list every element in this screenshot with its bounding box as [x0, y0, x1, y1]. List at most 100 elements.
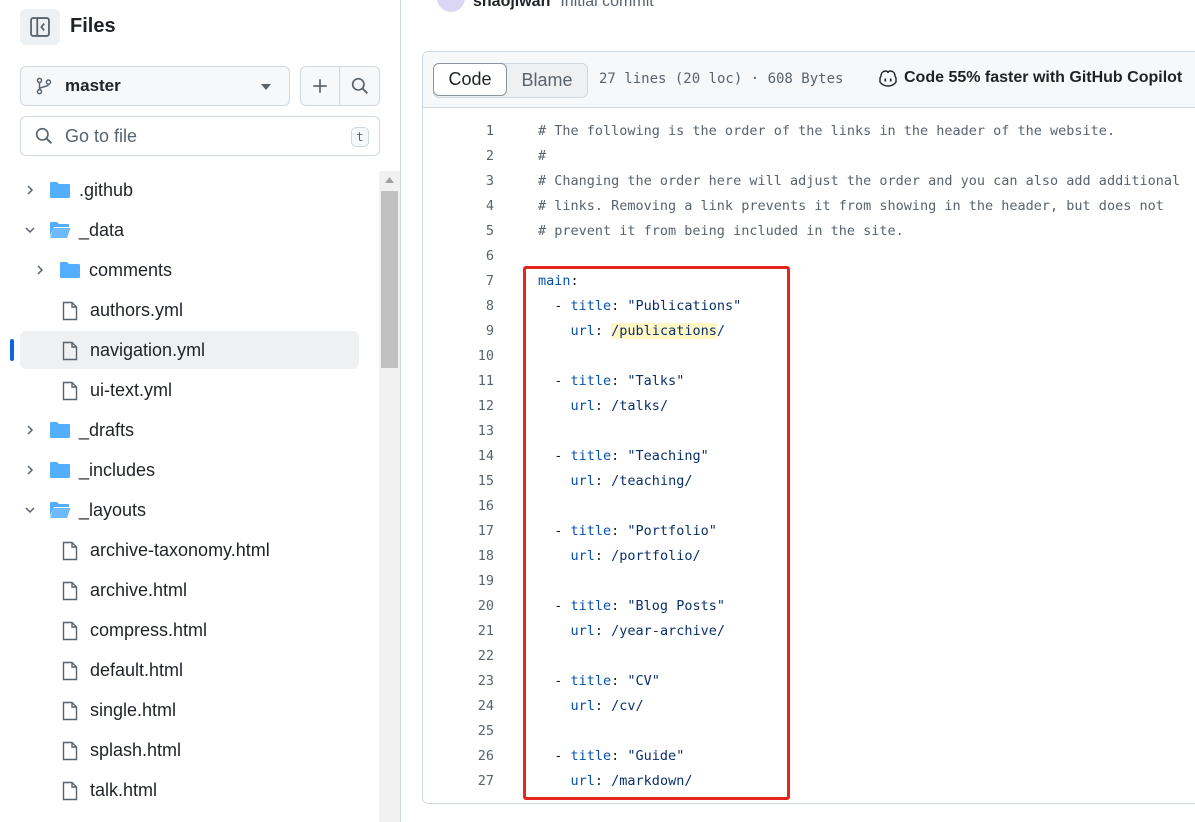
line-number[interactable]: 18 [423, 548, 494, 564]
line-number[interactable]: 23 [423, 673, 494, 689]
scroll-up-arrow[interactable] [379, 171, 400, 189]
code-token: /teaching/ [611, 473, 693, 489]
code-view: 1 # The following is the order of the lin… [423, 119, 1195, 794]
branch-selector[interactable]: master [20, 66, 290, 106]
tree-file[interactable]: archive.html [0, 570, 378, 610]
code-line: 2 # [423, 144, 1195, 169]
tree-file[interactable]: authors.yml [0, 290, 378, 330]
chevron-right-icon[interactable] [22, 462, 38, 478]
line-number[interactable]: 24 [423, 698, 494, 714]
code-token: title [570, 673, 612, 689]
code-token: : [594, 773, 612, 789]
chevron-down-icon[interactable] [22, 502, 38, 518]
code-token: "CV" [627, 673, 660, 689]
tree-file[interactable]: talk.html [0, 770, 378, 810]
tree-file[interactable]: splash.html [0, 730, 378, 770]
tree-folder[interactable]: _drafts [0, 410, 378, 450]
line-number[interactable]: 9 [423, 323, 494, 339]
code-token: - [538, 673, 571, 689]
sidebar-scrollbar[interactable] [379, 171, 400, 822]
tree-file[interactable]: navigation.yml [0, 330, 378, 370]
chevron-down-icon[interactable] [22, 222, 38, 238]
file-stats: 27 lines (20 loc) · 608 Bytes [599, 71, 844, 87]
file-tree-sidebar: Files master Go to file t .github _data … [0, 0, 401, 822]
code-line: 8 - title: "Publications" [423, 294, 1195, 319]
code-token: /markdown/ [611, 773, 693, 789]
line-source: url: /teaching/ [538, 473, 693, 489]
tree-folder[interactable]: _layouts [0, 490, 378, 530]
tree-file[interactable]: default.html [0, 650, 378, 690]
line-number[interactable]: 16 [423, 498, 494, 514]
tree-folder[interactable]: .github [0, 170, 378, 210]
line-number[interactable]: 7 [423, 273, 494, 289]
view-mode-toggle: Code Blame [433, 63, 588, 98]
line-source: url: /cv/ [538, 698, 644, 714]
tree-item-label: _includes [79, 460, 156, 480]
go-to-file-input[interactable]: Go to file t [20, 116, 380, 156]
line-number[interactable]: 10 [423, 348, 494, 364]
line-source: url: /publications/ [538, 323, 725, 339]
collapse-sidebar-button[interactable] [20, 9, 60, 45]
code-token: / [716, 323, 725, 339]
code-token: : [594, 623, 612, 639]
line-number[interactable]: 19 [423, 573, 494, 589]
line-number[interactable]: 13 [423, 423, 494, 439]
line-number[interactable]: 12 [423, 398, 494, 414]
tree-folder[interactable]: comments [0, 250, 378, 290]
line-number[interactable]: 11 [423, 373, 494, 389]
tree-file[interactable]: ui-text.yml [0, 370, 378, 410]
code-token: : [611, 598, 628, 614]
file-view: shaojiwan Initial commit Code Blame 27 l… [401, 0, 1195, 822]
search-button[interactable] [340, 67, 379, 105]
code-token: : [594, 323, 612, 339]
line-source: - title: "Talks" [538, 373, 684, 389]
line-number[interactable]: 5 [423, 223, 494, 239]
line-number[interactable]: 17 [423, 523, 494, 539]
line-number[interactable]: 25 [423, 723, 494, 739]
line-number[interactable]: 1 [423, 123, 494, 139]
add-file-button[interactable] [301, 67, 341, 105]
code-line: 12 url: /talks/ [423, 394, 1195, 419]
folder-icon [49, 181, 71, 204]
code-token: /portfolio/ [611, 548, 701, 564]
tab-code[interactable]: Code [433, 63, 507, 96]
tree-file[interactable]: archive-taxonomy.html [0, 530, 378, 570]
code-line: 20 - title: "Blog Posts" [423, 594, 1195, 619]
chevron-right-icon[interactable] [32, 262, 48, 278]
code-token: /talks/ [611, 398, 669, 414]
line-number[interactable]: 21 [423, 623, 494, 639]
code-line: 13 [423, 419, 1195, 444]
line-number[interactable]: 8 [423, 298, 494, 314]
tree-item-label: archive.html [90, 580, 188, 600]
copilot-promo-link[interactable]: Code 55% faster with GitHub Copilot [878, 69, 1182, 87]
tree-folder[interactable]: _includes [0, 450, 378, 490]
sidebar-collapse-icon [30, 17, 50, 37]
chevron-right-icon[interactable] [22, 182, 38, 198]
scrollbar-thumb[interactable] [381, 191, 398, 368]
avatar[interactable] [437, 0, 465, 12]
commit-message[interactable]: Initial commit [560, 0, 653, 11]
caret-down-icon [261, 84, 271, 90]
line-number[interactable]: 3 [423, 173, 494, 189]
tree-file[interactable]: single.html [0, 690, 378, 730]
line-number[interactable]: 2 [423, 148, 494, 164]
line-number[interactable]: 4 [423, 198, 494, 214]
line-number[interactable]: 22 [423, 648, 494, 664]
code-token: : [594, 473, 612, 489]
line-number[interactable]: 27 [423, 773, 494, 789]
tree-folder[interactable]: _data [0, 210, 378, 250]
commit-author[interactable]: shaojiwan [473, 0, 550, 11]
latest-commit: shaojiwan Initial commit [437, 0, 654, 12]
tab-blame[interactable]: Blame [507, 64, 587, 97]
tree-file[interactable]: compress.html [0, 610, 378, 650]
line-number[interactable]: 26 [423, 748, 494, 764]
code-token: /year-archive/ [611, 623, 725, 639]
chevron-right-icon[interactable] [22, 422, 38, 438]
line-source: - title: "Publications" [538, 298, 741, 314]
line-number[interactable]: 6 [423, 248, 494, 264]
line-number[interactable]: 15 [423, 473, 494, 489]
line-number[interactable]: 20 [423, 598, 494, 614]
line-number[interactable]: 14 [423, 448, 494, 464]
